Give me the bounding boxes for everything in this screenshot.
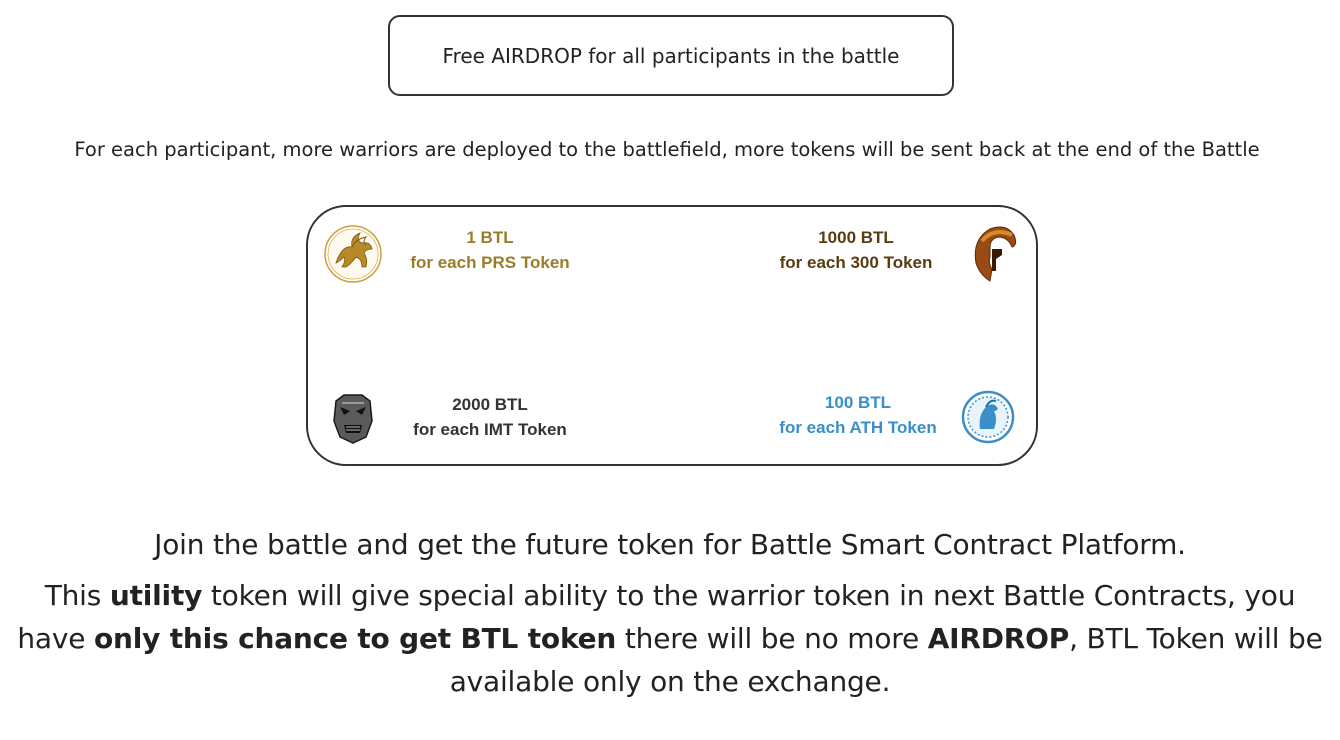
participants-subtitle: For each participant, more warriors are …: [74, 138, 1260, 161]
chance-bold: only this chance to get BTL token: [93, 622, 617, 655]
reward-imt-per: for each IMT Token: [413, 420, 567, 439]
reward-prs-per: for each PRS Token: [410, 253, 570, 272]
rewards-card: 1 BTL for each PRS Token 1000 BTL for ea…: [306, 205, 1038, 466]
utility-bold: utility: [109, 579, 203, 612]
reward-prs-amount: 1 BTL: [466, 228, 514, 247]
utility-line: This utility token will give special abi…: [0, 579, 1340, 612]
chance-text-a: have: [17, 622, 94, 655]
utility-text-c: token will give special ability to the w…: [202, 579, 1296, 612]
exchange-line: available only on the exchange.: [0, 665, 1340, 698]
reward-prs: 1 BTL for each PRS Token: [370, 225, 610, 275]
reward-imt-amount: 2000 BTL: [452, 395, 528, 414]
utility-text-a: This: [44, 579, 110, 612]
airdrop-bold: AIRDROP: [927, 622, 1070, 655]
reward-ath-per: for each ATH Token: [779, 418, 937, 437]
reward-300-per: for each 300 Token: [779, 253, 933, 272]
reward-300-amount: 1000 BTL: [818, 228, 894, 247]
airdrop-banner: Free AIRDROP for all participants in the…: [388, 15, 954, 96]
reward-300: 1000 BTL for each 300 Token: [736, 225, 976, 275]
reward-ath-amount: 100 BTL: [824, 393, 892, 412]
chance-text-c: there will be no more: [616, 622, 928, 655]
join-battle-line: Join the battle and get the future token…: [0, 528, 1340, 561]
chance-line: have only this chance to get BTL token t…: [0, 622, 1340, 655]
join-battle-text: Join the battle and get the future token…: [154, 528, 1186, 561]
banner-text: Free AIRDROP for all participants in the…: [442, 43, 900, 68]
reward-ath: 100 BTL for each ATH Token: [738, 390, 978, 440]
exchange-text: available only on the exchange.: [449, 665, 891, 698]
reward-imt: 2000 BTL for each IMT Token: [370, 392, 610, 442]
chance-text-e: , BTL Token will be: [1069, 622, 1323, 655]
